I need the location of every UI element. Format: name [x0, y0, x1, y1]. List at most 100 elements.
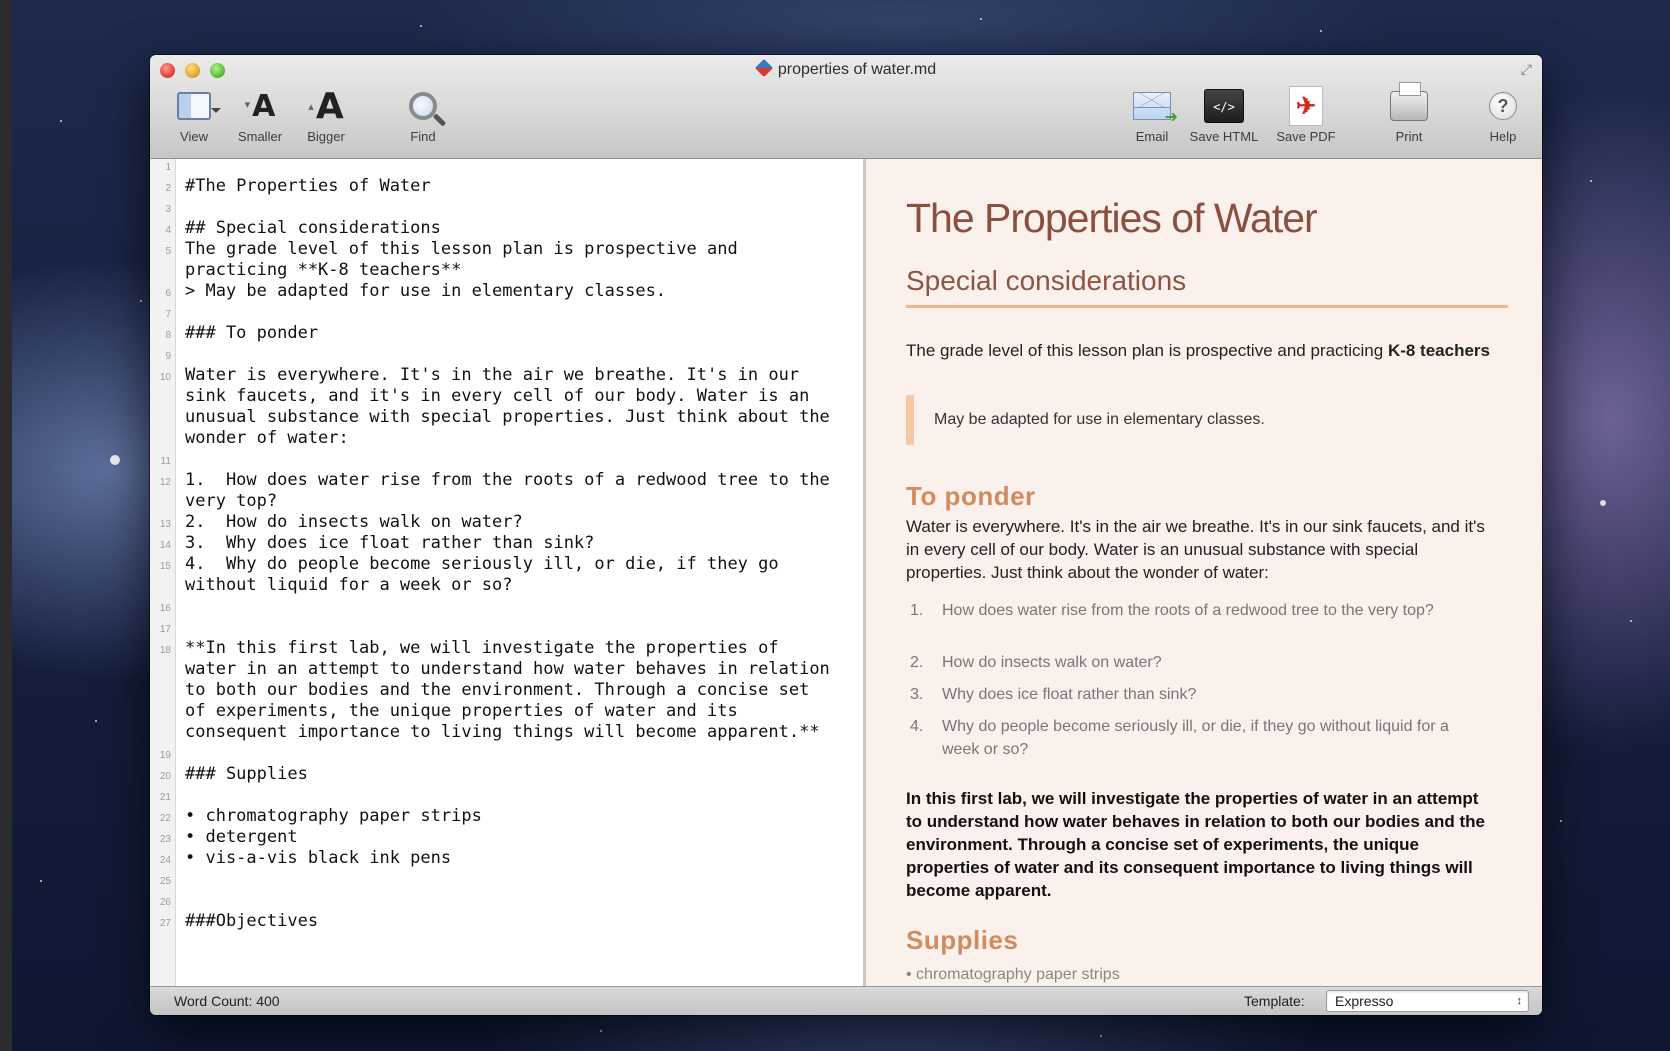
line-number: 23	[159, 834, 171, 845]
line-number: 11	[160, 456, 171, 467]
document-icon	[754, 58, 773, 78]
line-number: 9	[165, 351, 171, 362]
help-label: Help	[1489, 129, 1517, 144]
find-button[interactable]: Find	[400, 85, 446, 144]
line-number: 10	[159, 372, 171, 383]
word-count: Word Count: 400	[174, 993, 280, 1009]
markdown-editor[interactable]: 1 2 3 4 5 6 7 8 9 10 11 12 13 14 15 16 1…	[150, 159, 866, 986]
save-html-button[interactable]: </> Save HTML	[1186, 85, 1262, 144]
editor-line: ###Objectives	[185, 911, 319, 931]
select-arrows-icon: ↕	[1516, 995, 1523, 1007]
print-label: Print	[1395, 129, 1423, 144]
editor-line: very top?	[185, 491, 278, 511]
email-label: Email	[1135, 129, 1169, 144]
editor-line: practicing **K-8 teachers**	[185, 260, 462, 280]
html-code-icon: </>	[1204, 89, 1244, 123]
editor-line: unusual substance with special propertie…	[185, 407, 830, 427]
pdf-document-icon: ✈	[1289, 86, 1323, 126]
line-number: 7	[165, 309, 171, 320]
line-number: 26	[159, 897, 171, 908]
smaller-label: Smaller	[237, 129, 283, 144]
html-preview-pane[interactable]: The Properties of Water Special consider…	[866, 159, 1542, 986]
list-item-text: Why does ice float rather than sink?	[942, 686, 1197, 703]
view-label: View	[180, 129, 208, 144]
editor-line: • chromatography paper strips	[185, 806, 482, 826]
line-number: 14	[159, 540, 171, 551]
paragraph-text: The grade level of this lesson plan is p…	[906, 341, 1388, 360]
preview-blockquote: May be adapted for use in elementary cla…	[906, 395, 1265, 445]
list-item-number: 4.	[910, 718, 924, 735]
line-number: 3	[165, 204, 171, 215]
fullscreen-icon[interactable]: ⤢	[1521, 61, 1532, 78]
line-number: 13	[159, 519, 171, 530]
bigger-text-icon: ▴A	[308, 85, 344, 127]
preview-heading-supplies: Supplies	[906, 925, 1019, 955]
editor-line: #The Properties of Water	[185, 176, 431, 196]
line-number: 20	[159, 771, 171, 782]
list-item-number: 1.	[910, 602, 924, 619]
line-number: 19	[159, 750, 171, 761]
view-icon	[177, 92, 221, 120]
editor-line: • vis-a-vis black ink pens	[185, 848, 452, 868]
window-title-text: properties of water.md	[777, 61, 937, 78]
line-number: 18	[159, 645, 171, 656]
line-number: 8	[165, 330, 171, 341]
editor-line: to both our bodies and the environment. …	[185, 680, 810, 700]
help-button[interactable]: ? Help	[1482, 85, 1524, 144]
editor-line: • detergent	[185, 827, 298, 847]
list-item-text: How does water rise from the roots of a …	[942, 602, 1434, 619]
preview-heading-to-ponder: To ponder	[906, 481, 1036, 511]
smaller-text-icon: ▾A	[244, 88, 276, 124]
editor-line: **In this first lab, we will investigate…	[185, 638, 779, 658]
desktop-edge	[0, 0, 12, 1051]
list-item-text: How do insects walk on water?	[942, 654, 1162, 671]
line-number: 27	[159, 918, 171, 929]
preview-supplies-item: • chromatography paper strips	[906, 966, 1120, 983]
app-window: properties of water.md ⤢ View ▾A Smaller…	[150, 55, 1542, 1015]
email-button[interactable]: Email	[1128, 85, 1178, 144]
bigger-button[interactable]: ▴A Bigger	[300, 85, 352, 145]
smaller-button[interactable]: ▾A Smaller	[232, 85, 288, 145]
view-button[interactable]: View	[170, 85, 221, 144]
editor-line: ## Special considerations	[185, 218, 441, 238]
line-number: 21	[159, 792, 171, 803]
line-number: 16	[159, 603, 171, 614]
save-html-label: Save HTML	[1189, 129, 1259, 144]
editor-line: of experiments, the unique properties of…	[185, 701, 738, 721]
editor-line: consequent importance to living things w…	[185, 722, 820, 742]
line-number: 15	[159, 561, 171, 572]
line-number: 6	[165, 288, 171, 299]
save-pdf-button[interactable]: ✈ Save PDF	[1272, 85, 1340, 144]
line-number-gutter: 1 2 3 4 5 6 7 8 9 10 11 12 13 14 15 16 1…	[150, 159, 176, 986]
preview-paragraph: The grade level of this lesson plan is p…	[906, 339, 1496, 362]
preview-subheading: Special considerations	[906, 265, 1187, 296]
template-selected-value: Expresso	[1335, 993, 1394, 1009]
line-number: 4	[165, 225, 171, 236]
find-label: Find	[410, 129, 436, 144]
editor-line: 2. How do insects walk on water?	[185, 512, 523, 532]
line-number: 2	[165, 183, 171, 194]
print-button[interactable]: Print	[1386, 82, 1432, 144]
editor-line: 3. Why does ice float rather than sink?	[185, 533, 595, 553]
window-title: properties of water.md	[150, 58, 1542, 79]
titlebar-toolbar: properties of water.md ⤢ View ▾A Smaller…	[150, 55, 1542, 159]
list-item-text: Why do people become seriously ill, or d…	[942, 718, 1449, 758]
paragraph-bold-text: K-8 teachers	[1387, 341, 1490, 360]
line-number: 22	[159, 813, 171, 824]
editor-line: ### To ponder	[185, 323, 319, 343]
line-number: 12	[159, 477, 171, 488]
help-question-icon: ?	[1489, 92, 1517, 120]
line-number: 17	[159, 624, 171, 635]
list-item-number: 2.	[910, 654, 924, 671]
editor-line: Water is everywhere. It's in the air we …	[185, 365, 800, 385]
template-label: Template:	[1244, 993, 1305, 1009]
template-select[interactable]: Expresso ↕	[1326, 990, 1529, 1012]
editor-line: 4. Why do people become seriously ill, o…	[185, 554, 779, 574]
email-envelope-icon	[1133, 92, 1178, 127]
editor-line: without liquid for a week or so?	[185, 575, 513, 595]
preview-bold-paragraph: In this first lab, we will investigate t…	[906, 789, 1485, 900]
line-number: 5	[165, 246, 171, 257]
editor-line: 1. How does water rise from the roots of…	[185, 470, 830, 490]
heading-rule	[906, 305, 1508, 308]
editor-line: sink faucets, and it's in every cell of …	[185, 386, 810, 406]
